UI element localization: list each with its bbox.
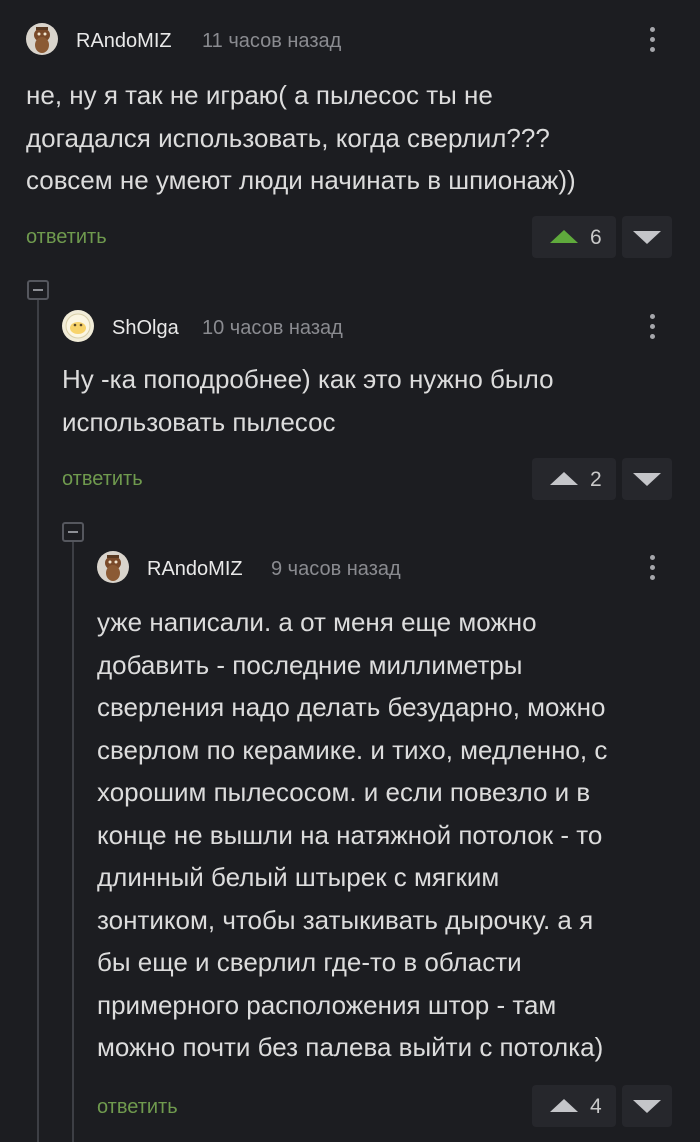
upvote-button[interactable]: 6 [532, 216, 616, 258]
triangle-up-icon [550, 1099, 578, 1112]
downvote-button[interactable] [622, 216, 672, 258]
author-name[interactable]: RAndoMIZ [76, 30, 172, 53]
timestamp: 9 часов назад [271, 558, 401, 580]
more-options-icon[interactable] [642, 551, 662, 585]
triangle-down-icon [633, 231, 661, 244]
thread-branch-line [37, 298, 39, 1142]
triangle-down-icon [633, 473, 661, 486]
reply-link[interactable]: ответить [26, 226, 107, 249]
thread-branch-line [72, 540, 74, 1142]
author-name[interactable]: RAndoMIZ [147, 558, 243, 581]
vote-count: 6 [590, 226, 602, 249]
vote-control: 4 [532, 1085, 672, 1127]
comment-text: не, ну я так не играю( а пылесос ты не д… [26, 80, 576, 195]
vote-count: 4 [590, 1095, 602, 1118]
comment-text: Ну -ка поподробнее) как это нужно было и… [62, 364, 554, 437]
upvote-button[interactable]: 4 [532, 1085, 616, 1127]
reply-link[interactable]: ответить [97, 1096, 178, 1119]
upvote-button[interactable]: 2 [532, 458, 616, 500]
vote-count: 2 [590, 468, 602, 491]
collapse-thread-button[interactable] [62, 522, 84, 542]
timestamp: 11 часов назад [202, 30, 342, 52]
reply-link[interactable]: ответить [62, 468, 143, 491]
author-name[interactable]: ShOlga [112, 317, 179, 340]
triangle-up-icon [550, 230, 578, 243]
collapse-thread-button[interactable] [27, 280, 49, 300]
more-options-icon[interactable] [642, 310, 662, 344]
comment-text: уже написали. а от меня еще можно добави… [97, 607, 608, 1062]
comment: RAndoMIZ 9 часов назад уже написали. а о… [97, 551, 676, 1131]
triangle-down-icon [633, 1100, 661, 1113]
timestamp: 10 часов назад [202, 317, 343, 339]
downvote-button[interactable] [622, 458, 672, 500]
avatar[interactable] [26, 23, 58, 55]
more-options-icon[interactable] [642, 23, 662, 57]
avatar[interactable] [97, 551, 129, 583]
vote-control: 6 [532, 216, 672, 258]
downvote-button[interactable] [622, 1085, 672, 1127]
vote-control: 2 [532, 458, 672, 500]
comment: RAndoMIZ 11 часов назад не, ну я так не … [26, 23, 676, 263]
avatar[interactable] [62, 310, 94, 342]
triangle-up-icon [550, 472, 578, 485]
comment: ShOlga 10 часов назад Ну -ка поподробнее… [62, 310, 676, 510]
